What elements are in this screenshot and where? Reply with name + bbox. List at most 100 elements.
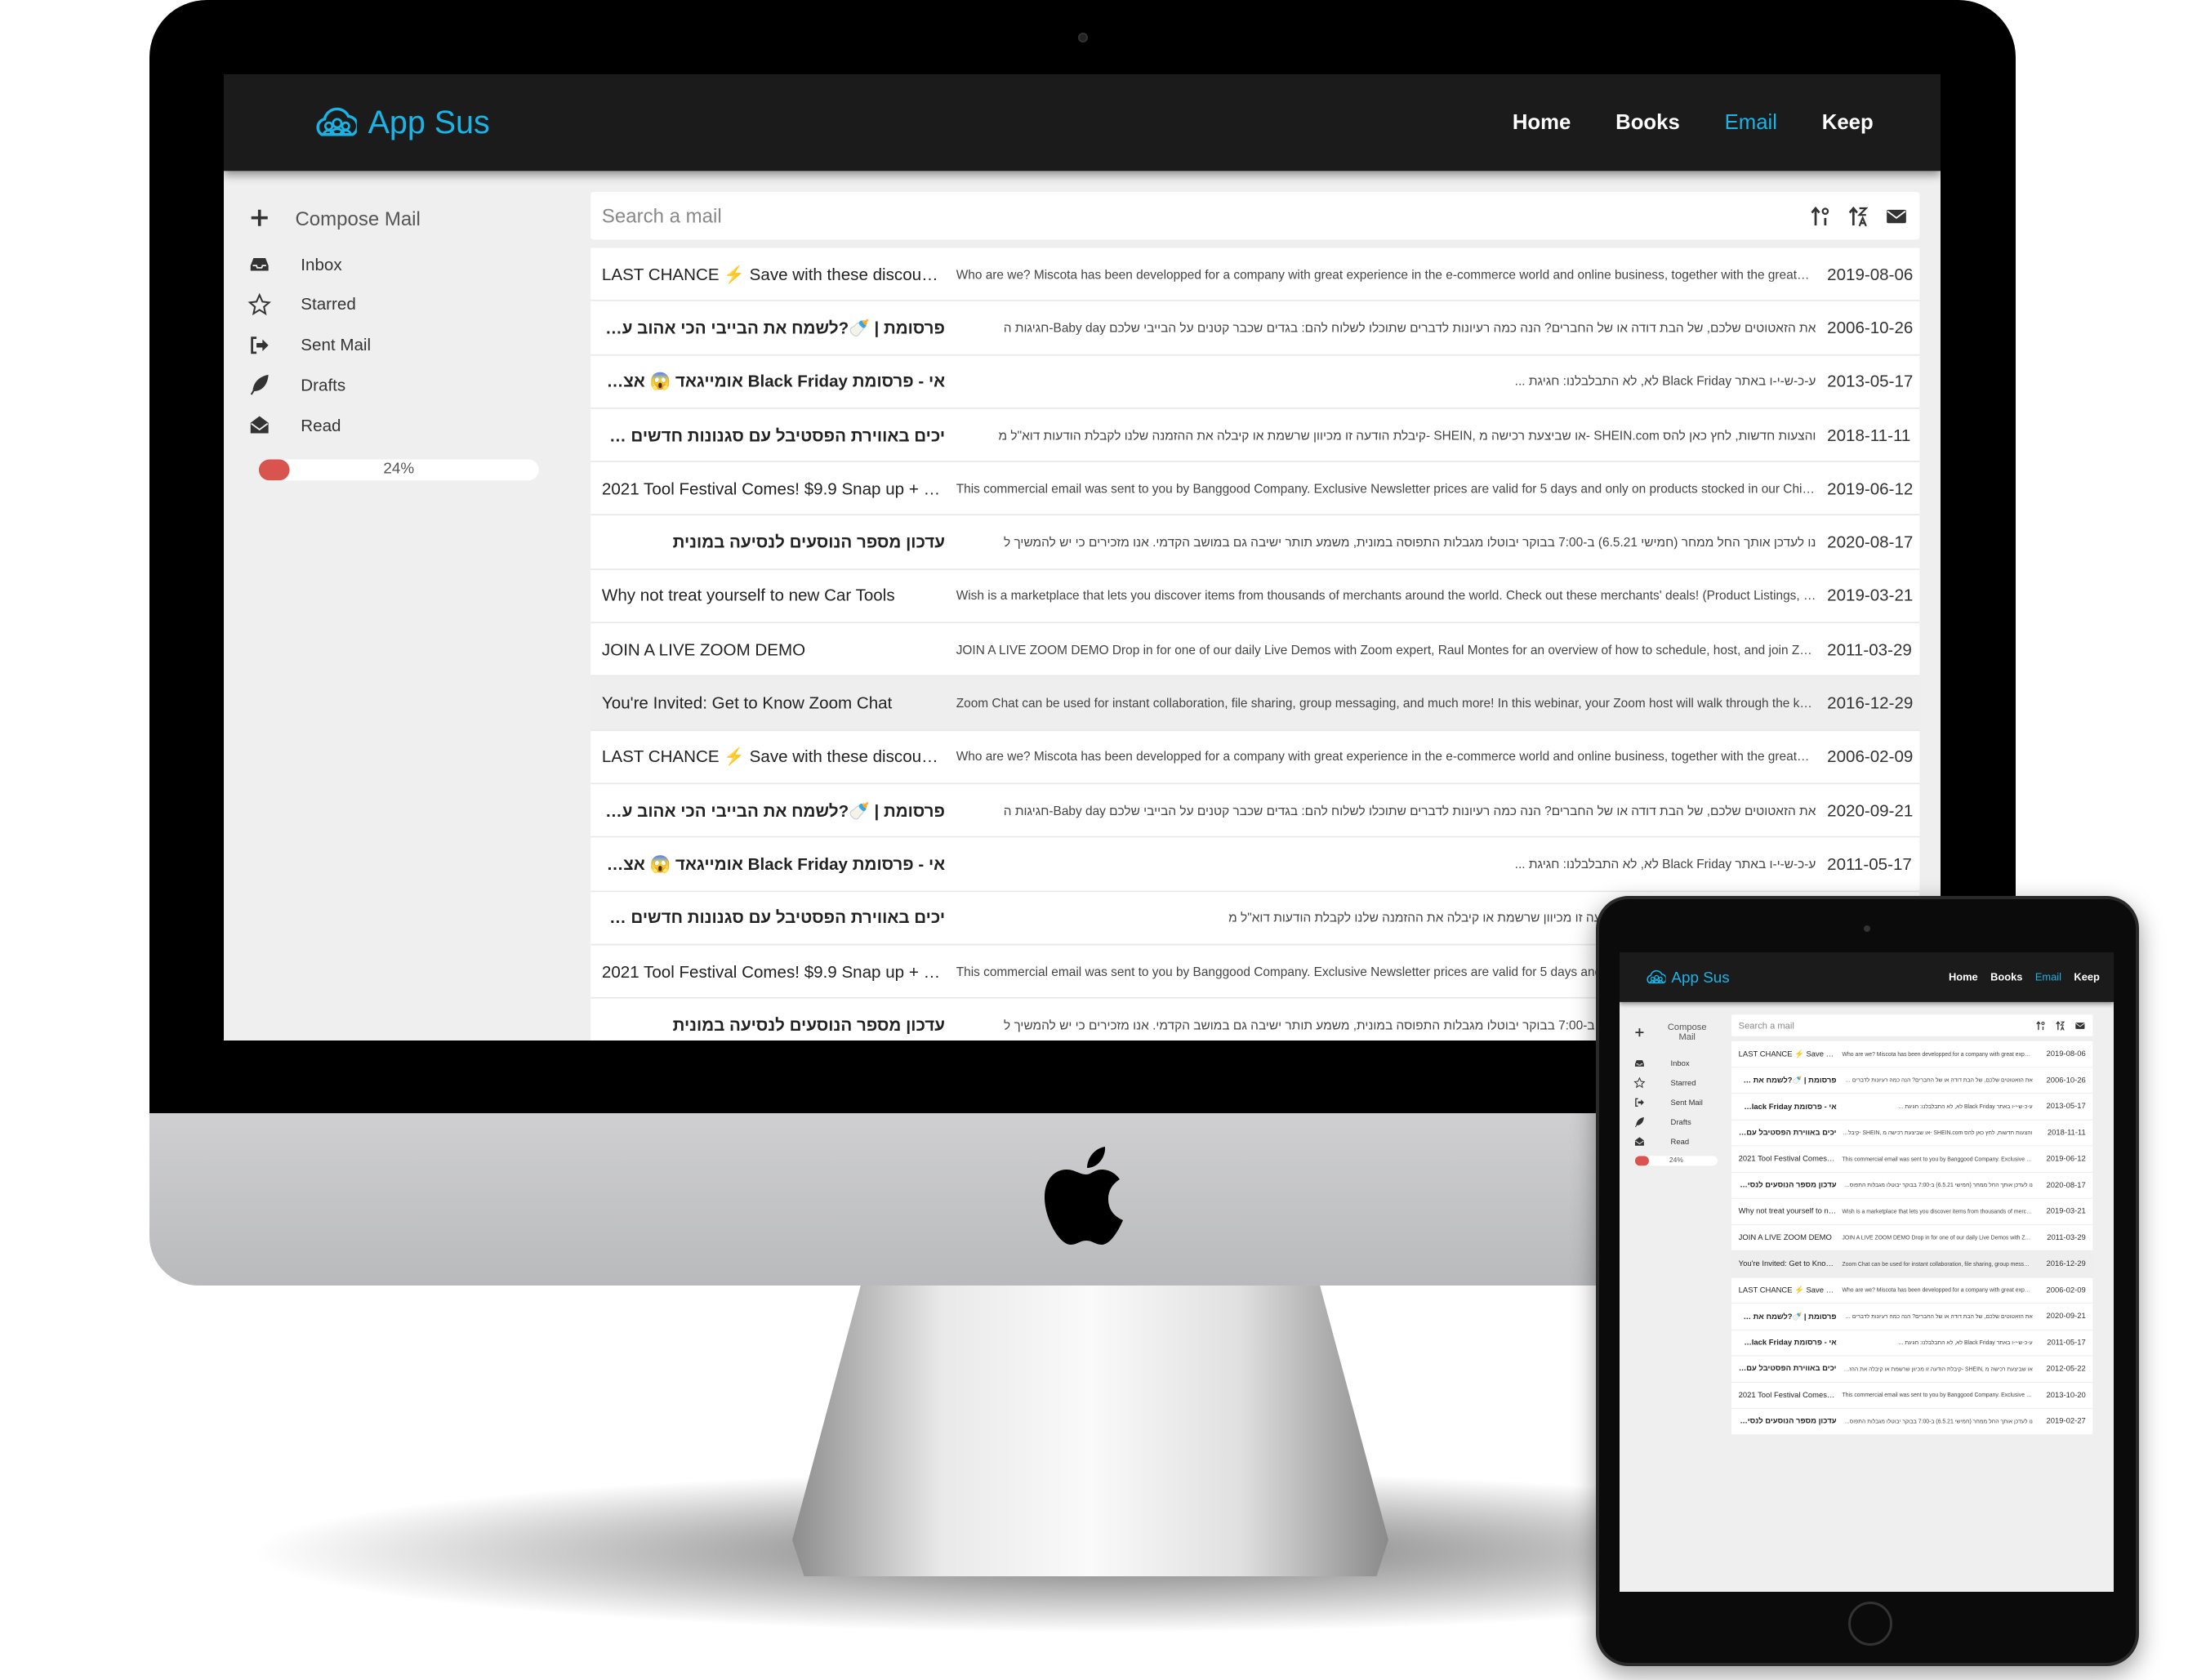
email-date: 2013-10-20 (2046, 1391, 2086, 1400)
email-preview: נו לעדכן אותך החל ממחר (חמישי 6.5.21) ב-… (1004, 535, 1816, 550)
email-row[interactable]: עדכון מספר הנוסעים לנסיעה במונית נו לעדכן… (1731, 1408, 2093, 1435)
plus-icon (247, 206, 271, 229)
sidebar-item-label: Read (1670, 1137, 1690, 1146)
email-date: 2020-09-21 (2046, 1312, 2086, 1321)
email-row[interactable]: יכים באווירת הפסטיבל עם סגנונות חדשים שר… (590, 408, 1920, 463)
email-subject: אי - פרסומת Black Friday אומייגאד 😱 אצלנ… (601, 371, 945, 391)
sidebar-item-label: Inbox (301, 254, 342, 274)
email-row[interactable]: פרסומת | 🍼?לשמח את הבייבי הכי אהוב עליכם… (590, 784, 1920, 838)
app-logo[interactable]: App Sus (1645, 952, 1730, 1002)
sort-by-date-button[interactable] (2035, 1020, 2047, 1032)
sidebar-item-starred[interactable]: Starred (247, 292, 356, 316)
sort-by-date-button[interactable] (1809, 204, 1833, 228)
email-row[interactable]: פרסומת | 🍼?לשמח את הבייבי הכי אהוב עליכם… (1731, 1067, 2093, 1094)
compose-mail-button[interactable]: Compose Mail (247, 206, 421, 229)
star-icon (247, 292, 271, 316)
sort-by-title-button[interactable] (1847, 204, 1870, 228)
nav-link-books[interactable]: Books (1615, 111, 1680, 135)
top-header: App Sus Home Books Email Keep (1620, 952, 2114, 1002)
nav-link-keep[interactable]: Keep (1822, 111, 1874, 135)
email-preview: Zoom Chat can be used for instant collab… (956, 696, 1816, 711)
envelope-icon (1884, 204, 1908, 228)
email-preview: Who are we? Miscota has been developped … (956, 749, 1816, 764)
email-preview: ע-כ-ש-י-ו באתר Black Friday לא, לא התבלב… (1898, 1339, 2033, 1346)
email-date: 2006-10-26 (2046, 1076, 2086, 1085)
email-preview: נו לעדכן אותך החל ממחר (חמישי 6.5.21) ב-… (1843, 1182, 2033, 1189)
email-date: 2020-08-17 (2046, 1181, 2086, 1190)
sidebar-item-read[interactable]: Read (1633, 1136, 1689, 1148)
compose-mail-button[interactable]: Compose Mail (1633, 1022, 1713, 1043)
sign-out-icon (1633, 1097, 1646, 1109)
email-preview: This commercial email was sent to you by… (956, 481, 1816, 496)
unread-filter-button[interactable] (2074, 1020, 2086, 1032)
sidebar-item-sent-mail[interactable]: Sent Mail (1633, 1097, 1703, 1109)
sign-out-icon (247, 332, 271, 356)
email-subject: LAST CHANCE ⚡ Save with these discount c… (1738, 1049, 1837, 1059)
search-input[interactable] (601, 192, 1809, 240)
read-progress-bar: 24% (258, 459, 539, 481)
email-subject: JOIN A LIVE ZOOM DEMO (601, 639, 806, 660)
feather-icon (247, 373, 271, 397)
app-logo[interactable]: App Sus (312, 74, 490, 171)
email-row[interactable]: יכים באווירת הפסטיבל עם סגנונות חדשים שר… (1731, 1120, 2093, 1147)
sidebar-item-starred[interactable]: Starred (1633, 1076, 1696, 1090)
sidebar-item-label: Sent Mail (301, 335, 372, 355)
sort-by-title-button[interactable] (2055, 1020, 2066, 1032)
email-row[interactable]: LAST CHANCE ⚡ Save with these discount c… (1731, 1041, 2093, 1067)
nav-link-email[interactable]: Email (1725, 111, 1777, 135)
search-field: Search a mail (1738, 1014, 2036, 1036)
sidebar-item-inbox[interactable]: Inbox (1633, 1058, 1690, 1070)
email-row[interactable]: JOIN A LIVE ZOOM DEMO JOIN A LIVE ZOOM DE… (1731, 1224, 2093, 1251)
email-date: 2011-05-17 (1827, 853, 1912, 874)
email-row[interactable]: עדכון מספר הנוסעים לנסיעה במונית נו לעדכן… (590, 515, 1920, 570)
nav-link-home[interactable]: Home (1949, 971, 1978, 983)
email-row[interactable]: LAST CHANCE ⚡ Save with these discount c… (590, 730, 1920, 785)
email-row[interactable]: Why not treat yourself to new Car Tools W… (1731, 1198, 2093, 1225)
email-preview: This commercial email was sent to you by… (1842, 1392, 2033, 1399)
nav-link-home[interactable]: Home (1513, 111, 1571, 135)
email-subject: פרסומת | 🍼?לשמח את הבייבי הכי אהוב עליכם (601, 800, 945, 821)
email-row[interactable]: 2021 Tool Festival Comes! $9.9 Snap up +… (590, 462, 1920, 516)
camera (1078, 33, 1088, 42)
email-date: 2012-05-22 (2046, 1364, 2086, 1374)
nav-link-email[interactable]: Email (2035, 971, 2061, 983)
email-row[interactable]: LAST CHANCE ⚡ Save with these discount c… (1731, 1277, 2093, 1304)
email-subject: עדכון מספר הנוסעים לנסיעה במונית (672, 532, 945, 552)
sort-alpha-icon (2055, 1020, 2066, 1032)
email-subject: יכים באווירת הפסטיבל עם סגנונות חדשים שר… (601, 425, 945, 445)
sidebar-item-drafts[interactable]: Drafts (1633, 1116, 1691, 1129)
email-row[interactable]: פרסומת | 🍼?לשמח את הבייבי הכי אהוב עליכם… (1731, 1303, 2093, 1330)
email-date: 2018-11-11 (2047, 1128, 2086, 1138)
sidebar-item-sent-mail[interactable]: Sent Mail (247, 332, 371, 356)
nav-link-keep[interactable]: Keep (2074, 971, 2099, 983)
email-row[interactable]: אי - פרסומת Black Friday אומייגאד 😱 אצלנ… (590, 837, 1920, 892)
search-bar: Search a mail (590, 192, 1920, 240)
email-row[interactable]: יכים באווירת הפסטיבל עם סגנונות חדשים שר… (1731, 1356, 2093, 1383)
star-icon (1633, 1076, 1646, 1090)
email-row[interactable]: Why not treat yourself to new Car Tools W… (590, 569, 1920, 624)
email-row[interactable]: LAST CHANCE ⚡ Save with these discount c… (590, 247, 1920, 302)
email-row[interactable]: You're Invited: Get to Know Zoom Chat Zoo… (590, 676, 1920, 731)
email-row[interactable]: JOIN A LIVE ZOOM DEMO JOIN A LIVE ZOOM DE… (590, 623, 1920, 677)
sidebar-item-drafts[interactable]: Drafts (247, 373, 345, 397)
email-row[interactable]: פרסומת | 🍼?לשמח את הבייבי הכי אהוב עליכם… (590, 301, 1920, 355)
email-subject: יכים באווירת הפסטיבל עם סגנונות חדשים שר… (1739, 1364, 1837, 1374)
unread-filter-button[interactable] (1884, 204, 1908, 228)
email-row[interactable]: You're Invited: Get to Know Zoom Chat Zoo… (1731, 1250, 2093, 1278)
email-subject: LAST CHANCE ⚡ Save with these discount c… (601, 746, 945, 767)
email-row[interactable]: עדכון מספר הנוסעים לנסיעה במונית נו לעדכן… (1731, 1172, 2093, 1199)
email-date: 2011-05-17 (2047, 1338, 2086, 1348)
email-row[interactable]: 2021 Tool Festival Comes! $9.9 Snap up +… (1731, 1382, 2093, 1409)
email-row[interactable]: אי - פרסומת Black Friday אומייגאד 😱 אצלנ… (590, 354, 1920, 409)
email-date: 2016-12-29 (2046, 1259, 2086, 1268)
sidebar-item-inbox[interactable]: Inbox (247, 252, 342, 276)
email-row[interactable]: אי - פרסומת Black Friday אומייגאד 😱 אצלנ… (1731, 1330, 2093, 1357)
search-input[interactable] (1738, 1014, 2036, 1036)
compose-mail-label: Compose Mail (295, 207, 421, 229)
email-preview: Wish is a marketplace that lets you disc… (1842, 1208, 2033, 1215)
nav-link-books[interactable]: Books (1990, 971, 2022, 983)
email-row[interactable]: 2021 Tool Festival Comes! $9.9 Snap up +… (1731, 1146, 2093, 1173)
sidebar-item-read[interactable]: Read (247, 413, 341, 437)
email-preview: והצעות חדשות, לחץ כאן להס SHEIN.com -או … (998, 427, 1816, 443)
email-row[interactable]: אי - פרסומת Black Friday אומייגאד 😱 אצלנ… (1731, 1094, 2093, 1121)
